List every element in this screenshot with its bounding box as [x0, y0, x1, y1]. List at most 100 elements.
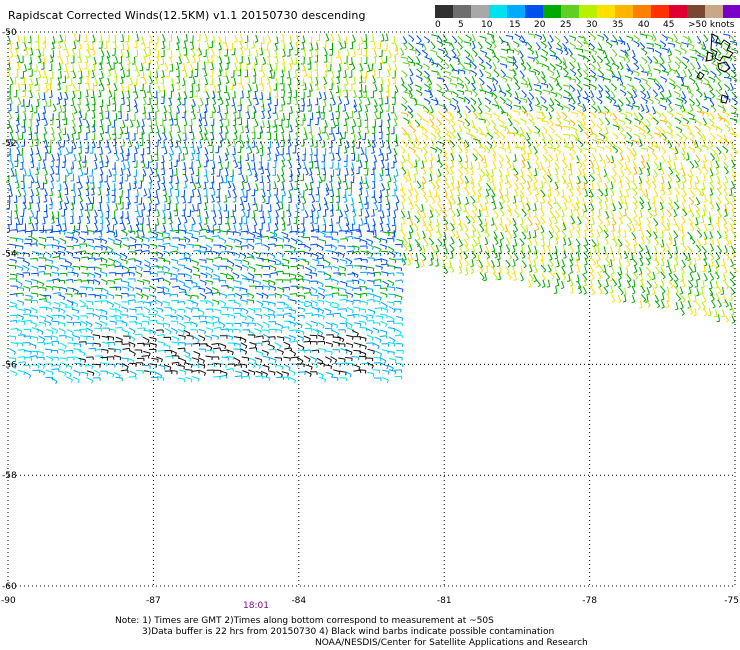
wind-barb — [227, 56, 230, 64]
wind-barb — [533, 152, 539, 160]
wind-barb — [290, 195, 292, 203]
wind-barb — [260, 154, 263, 162]
wind-barb-flag — [476, 201, 480, 203]
wind-barb-flag — [629, 136, 633, 140]
wind-barb-flag — [727, 88, 731, 92]
wind-barb — [197, 180, 202, 188]
wind-barb — [554, 161, 560, 169]
wind-barb-flag — [342, 110, 346, 112]
wind-barb — [371, 63, 374, 71]
wind-barb-flag — [380, 159, 384, 162]
wind-barb-flag — [609, 79, 611, 83]
wind-barb-flag — [623, 122, 626, 126]
wind-barb — [337, 118, 339, 126]
wind-barb-flag — [182, 201, 186, 204]
wind-barb — [247, 153, 249, 161]
wind-barb — [444, 83, 449, 91]
wind-barb-flag — [505, 58, 508, 62]
wind-barb — [549, 63, 556, 69]
wind-barb — [219, 169, 221, 177]
wind-barb — [619, 189, 623, 197]
wind-barb — [381, 56, 384, 64]
wind-barb — [28, 99, 31, 107]
wind-barb — [604, 84, 610, 91]
wind-barb-flag — [446, 186, 450, 190]
wind-barb-flag — [567, 201, 572, 204]
wind-barb — [204, 68, 208, 76]
wind-barb — [269, 132, 272, 140]
wind-barb — [528, 146, 533, 154]
wind-barb-flag — [623, 58, 626, 62]
wind-barb — [120, 145, 124, 153]
wind-barb-flag — [692, 81, 696, 85]
wind-barb — [106, 187, 110, 195]
wind-barb — [710, 147, 717, 154]
wind-barb-flag — [100, 77, 104, 79]
wind-barb-flag — [734, 96, 738, 100]
wind-barb — [402, 36, 408, 43]
wind-barb — [449, 82, 457, 86]
wind-barb — [549, 49, 556, 55]
wind-barb — [67, 133, 70, 141]
wind-barb-flag — [157, 91, 161, 94]
wind-barb-flag — [255, 189, 259, 192]
wind-barb-flag — [115, 159, 120, 162]
wind-barb-flag — [309, 82, 313, 84]
wind-barb-flag — [541, 201, 545, 204]
wind-barb-flag — [462, 122, 465, 126]
wind-barb — [589, 173, 595, 180]
wind-barb — [449, 166, 454, 174]
wind-barb — [136, 40, 138, 48]
wind-barb-flag — [393, 69, 397, 72]
wind-barb — [626, 167, 632, 174]
wind-barb — [156, 196, 160, 204]
wind-barb-flag — [673, 86, 676, 90]
wind-barb — [115, 55, 119, 63]
wind-barb-flag — [231, 104, 235, 107]
wind-barb — [163, 176, 165, 184]
wind-barb — [499, 55, 507, 59]
wind-barb — [184, 69, 188, 77]
wind-barb — [240, 47, 244, 55]
wind-barb-flag — [641, 109, 645, 112]
wind-barb — [484, 196, 489, 203]
wind-barb-flag — [695, 58, 698, 62]
wind-barb — [274, 43, 278, 50]
wind-barb — [218, 105, 221, 113]
wind-barb — [351, 61, 356, 69]
wind-barb-flag — [535, 158, 539, 162]
wind-barb — [709, 182, 715, 189]
wind-barb-flag — [240, 53, 244, 56]
wind-barb — [309, 98, 311, 106]
wind-barb — [85, 55, 89, 63]
wind-barb — [507, 168, 509, 176]
wind-barb-flag — [91, 117, 95, 119]
wind-barb — [458, 154, 463, 161]
wind-barb — [479, 173, 482, 181]
wind-barb — [666, 110, 674, 116]
wind-barb-flag — [463, 99, 466, 103]
wind-barb — [113, 69, 118, 77]
wind-barb — [695, 175, 700, 183]
wind-barb-flag — [594, 78, 598, 82]
wind-barb — [256, 84, 258, 92]
wind-barb — [457, 188, 461, 196]
wind-barb-flag — [552, 72, 555, 76]
wind-barb — [484, 112, 492, 116]
wind-barb — [360, 36, 364, 44]
wind-barb-flag — [155, 68, 159, 70]
wind-barb-flag — [417, 53, 421, 57]
wind-barb — [505, 155, 511, 162]
wind-barb — [617, 71, 622, 78]
wind-barb-flag — [630, 113, 633, 117]
wind-barb — [394, 63, 397, 71]
wind-barb — [78, 161, 82, 169]
wind-barb-flag — [183, 76, 188, 78]
wind-barb — [346, 140, 350, 148]
wind-barb — [302, 35, 306, 43]
wind-barb-flag — [439, 165, 443, 168]
wind-barb — [38, 153, 42, 160]
wind-barb — [563, 138, 568, 146]
wind-barb — [569, 84, 576, 90]
wind-barb — [451, 49, 457, 56]
